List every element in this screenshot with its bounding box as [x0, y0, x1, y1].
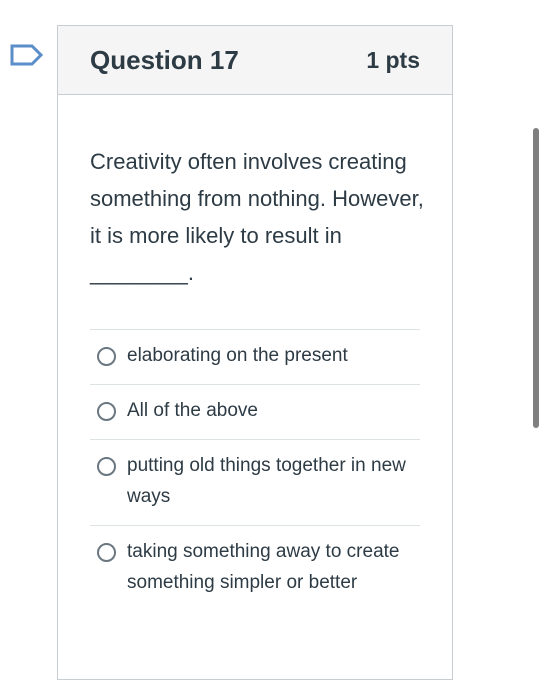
radio-unchecked-icon[interactable]: [97, 347, 116, 366]
question-header: Question 17 1 pts: [58, 26, 452, 95]
answer-label: elaborating on the present: [127, 345, 348, 366]
quiz-page: Question 17 1 pts Creativity often invol…: [0, 0, 544, 700]
answer-option[interactable]: taking something away to create somethin…: [90, 526, 420, 611]
scrollbar-thumb[interactable]: [533, 128, 539, 428]
question-points: 1 pts: [366, 46, 420, 73]
radio-unchecked-icon[interactable]: [97, 543, 116, 562]
answer-label: taking something away to create somethin…: [127, 541, 400, 593]
answer-list: elaborating on the present All of the ab…: [90, 329, 420, 611]
radio-unchecked-icon[interactable]: [97, 457, 116, 476]
answer-label: putting old things together in new ways: [127, 455, 406, 507]
answer-label: All of the above: [127, 400, 258, 421]
flag-question-icon[interactable]: [10, 44, 44, 76]
question-card: Question 17 1 pts Creativity often invol…: [57, 25, 453, 680]
answer-option[interactable]: putting old things together in new ways: [90, 440, 420, 526]
radio-unchecked-icon[interactable]: [97, 402, 116, 421]
answer-option[interactable]: elaborating on the present: [90, 330, 420, 385]
answer-option[interactable]: All of the above: [90, 385, 420, 440]
question-text: Creativity often involves creating somet…: [90, 149, 424, 285]
question-title: Question 17: [90, 44, 239, 75]
